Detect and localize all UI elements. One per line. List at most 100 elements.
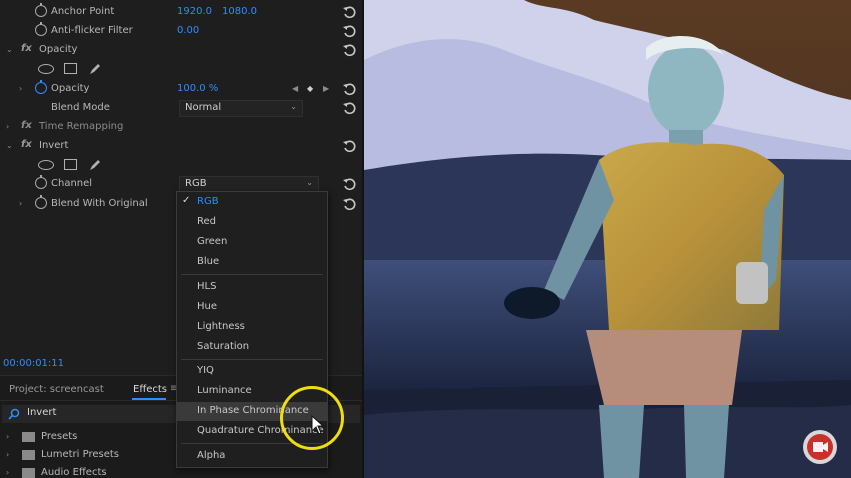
anti-flicker-value[interactable]: 0.00 [177, 25, 199, 36]
opacity-label: Opacity [51, 83, 90, 94]
blend-with-original-label: Blend With Original [51, 198, 148, 209]
menu-separator [181, 359, 323, 360]
mouse-cursor-icon [311, 415, 325, 435]
chevron-down-icon: ⌄ [290, 102, 297, 111]
menu-item-green[interactable]: Green [177, 233, 327, 252]
menu-item-label: Red [197, 216, 216, 227]
chevron-right-icon[interactable]: › [19, 199, 22, 208]
anchor-point-y-value[interactable]: 1080.0 [222, 6, 257, 17]
menu-item-label: Saturation [197, 341, 250, 352]
effects-search-input[interactable]: Invert [27, 407, 56, 418]
opacity-section-label: Opacity [39, 44, 78, 55]
timecode-display[interactable]: 00:00:01:11 [3, 358, 64, 369]
opacity-value[interactable]: 100.0 % [177, 83, 218, 94]
channel-label: Channel [51, 178, 93, 189]
menu-item-saturation[interactable]: Saturation [177, 338, 327, 357]
reset-icon[interactable] [342, 139, 356, 153]
time-remapping-section-header[interactable]: › fx Time Remapping [0, 118, 362, 137]
stopwatch-icon[interactable] [35, 195, 47, 209]
fx-icon: fx [21, 120, 32, 131]
chevron-right-icon[interactable]: › [19, 84, 22, 93]
chevron-down-icon: ⌄ [306, 178, 313, 187]
menu-item-label: Alpha [197, 450, 226, 461]
chevron-right-icon[interactable]: › [6, 432, 9, 441]
blend-mode-label: Blend Mode [51, 102, 110, 113]
menu-item-yiq[interactable]: YIQ [177, 362, 327, 381]
mask-tools-row [0, 60, 362, 79]
next-keyframe-icon[interactable]: ▶ [323, 84, 329, 93]
menu-item-hls[interactable]: HLS [177, 278, 327, 297]
reset-icon[interactable] [342, 177, 356, 191]
active-tab-indicator [132, 398, 166, 400]
folder-label: Audio Effects [41, 467, 107, 478]
chevron-right-icon[interactable]: › [6, 468, 9, 477]
opacity-section-header[interactable]: ⌄ fx Opacity [0, 41, 362, 60]
menu-item-hue[interactable]: Hue [177, 298, 327, 317]
chevron-right-icon[interactable]: › [6, 122, 9, 131]
menu-item-label: Luminance [197, 385, 252, 396]
anti-flicker-row: Anti-flicker Filter 0.00 [0, 22, 362, 41]
channel-value: RGB [185, 178, 207, 189]
menu-item-label: Blue [197, 256, 220, 267]
channel-logo [801, 428, 839, 466]
reset-icon[interactable] [342, 24, 356, 38]
ellipse-mask-icon[interactable] [38, 160, 54, 170]
opacity-row: › Opacity 100.0 % ◀ ◆ ▶ [0, 80, 362, 99]
chevron-right-icon[interactable]: › [6, 450, 9, 459]
menu-item-label: HLS [197, 281, 217, 292]
folder-label: Lumetri Presets [41, 449, 120, 460]
menu-item-rgb[interactable]: ✓ RGB [177, 193, 327, 212]
anchor-point-label: Anchor Point [51, 6, 115, 17]
menu-item-label: Hue [197, 301, 218, 312]
checkmark-icon: ✓ [182, 195, 191, 206]
folder-label: Presets [41, 431, 78, 442]
ellipse-mask-icon[interactable] [38, 64, 54, 74]
tab-effects[interactable]: Effects [133, 384, 167, 395]
menu-item-lightness[interactable]: Lightness [177, 318, 327, 337]
chevron-down-icon[interactable]: ⌄ [6, 141, 13, 150]
rectangle-mask-icon[interactable] [64, 63, 77, 74]
menu-item-red[interactable]: Red [177, 213, 327, 232]
stopwatch-icon[interactable] [35, 22, 47, 36]
reset-icon[interactable] [342, 82, 356, 96]
menu-item-alpha[interactable]: Alpha [177, 447, 327, 466]
fx-icon[interactable]: fx [21, 43, 32, 54]
chevron-down-icon[interactable]: ⌄ [6, 45, 13, 54]
mask-tools-row [0, 156, 362, 175]
invert-section-label: Invert [39, 140, 69, 151]
search-icon [8, 408, 20, 420]
tab-project[interactable]: Project: screencast [9, 384, 104, 395]
inverted-video-frame [364, 0, 851, 478]
blend-mode-dropdown[interactable]: Normal ⌄ [179, 100, 303, 117]
add-keyframe-icon[interactable]: ◆ [307, 84, 313, 93]
stopwatch-icon[interactable] [35, 175, 47, 189]
anchor-point-row: Anchor Point 1920.0 1080.0 [0, 3, 362, 22]
pen-mask-icon[interactable] [88, 158, 102, 172]
prev-keyframe-icon[interactable]: ◀ [292, 84, 298, 93]
fx-icon[interactable]: fx [21, 139, 32, 150]
pen-mask-icon[interactable] [88, 62, 102, 76]
stopwatch-icon[interactable] [35, 80, 47, 94]
blend-mode-row: Blend Mode Normal ⌄ [0, 99, 362, 118]
folder-icon [22, 432, 35, 442]
menu-item-label: YIQ [197, 365, 214, 376]
reset-icon[interactable] [342, 101, 356, 115]
rectangle-mask-icon[interactable] [64, 159, 77, 170]
reset-icon[interactable] [342, 5, 356, 19]
anti-flicker-label: Anti-flicker Filter [51, 25, 133, 36]
folder-icon [22, 450, 35, 460]
menu-separator [181, 274, 323, 275]
time-remapping-label: Time Remapping [39, 121, 124, 132]
menu-item-label: RGB [197, 196, 219, 207]
reset-icon[interactable] [342, 43, 356, 57]
reset-icon[interactable] [342, 197, 356, 211]
blend-mode-value: Normal [185, 102, 222, 113]
menu-item-blue[interactable]: Blue [177, 253, 327, 272]
menu-item-label: Lightness [197, 321, 245, 332]
program-monitor-viewer[interactable] [364, 0, 851, 478]
invert-section-header[interactable]: ⌄ fx Invert [0, 137, 362, 156]
menu-item-label: Green [197, 236, 228, 247]
anchor-point-x-value[interactable]: 1920.0 [177, 6, 212, 17]
stopwatch-icon[interactable] [35, 3, 47, 17]
folder-icon [22, 468, 35, 478]
